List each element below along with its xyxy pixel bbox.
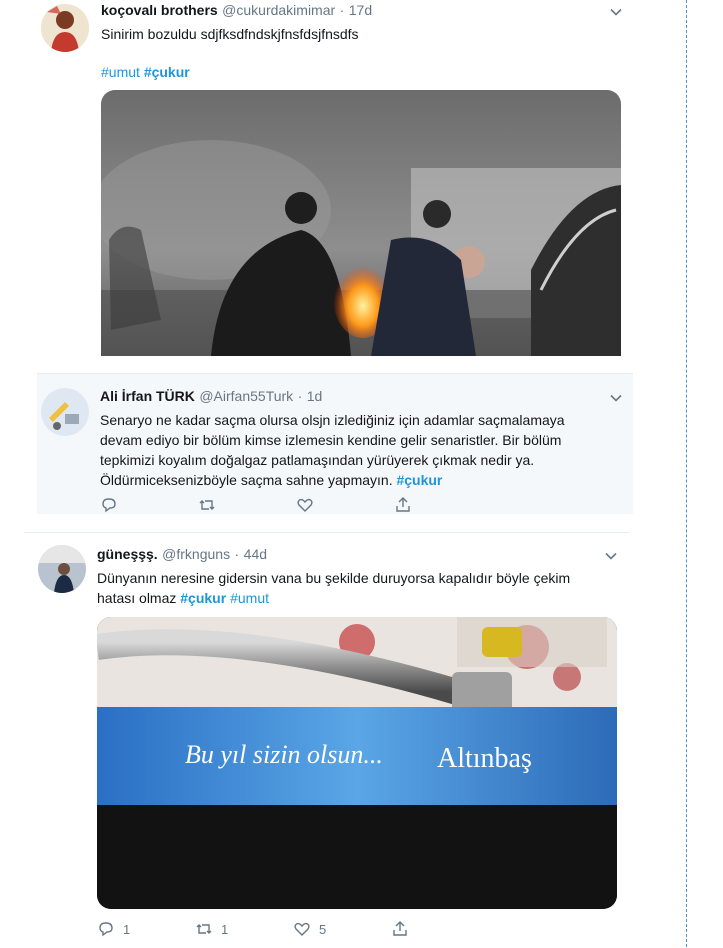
separator-dot: ·: [234, 546, 240, 562]
display-name[interactable]: Ali İrfan TÜRK: [100, 388, 195, 404]
display-name[interactable]: güneşşş.: [97, 546, 158, 562]
timestamp[interactable]: 17d: [349, 2, 372, 18]
tweet-text-line: Dünyanın neresine gidersin vana bu şekil…: [97, 570, 571, 586]
timestamp[interactable]: 44d: [244, 546, 267, 562]
hashtag-link[interactable]: #çukur: [144, 64, 190, 80]
banner-brand: Altınbaş: [437, 743, 532, 774]
tweet-text: Sinirim bozuldu sdjfksdfndskjfnsfdsjfnsd…: [101, 26, 359, 42]
hashtag-link[interactable]: #umut: [101, 64, 140, 80]
avatar[interactable]: [41, 4, 89, 52]
dashed-guide-line: [686, 0, 687, 947]
tweet-actions: [100, 496, 492, 514]
hashtag-link[interactable]: #çukur: [396, 472, 442, 488]
tweet-text: Dünyanın neresine gidersin vana bu şekil…: [97, 568, 622, 608]
like-icon: [297, 498, 313, 512]
timestamp[interactable]: 1d: [307, 388, 323, 404]
like-icon: [294, 922, 310, 936]
tweet-media-image[interactable]: Bu yıl sizin olsun... Altınbaş: [97, 617, 617, 909]
reply-button[interactable]: 1: [97, 920, 195, 938]
hashtag-link[interactable]: #çukur: [180, 590, 226, 606]
tweet-actions: 1 1 5: [97, 920, 489, 938]
retweet-icon: [196, 924, 212, 934]
user-handle[interactable]: @frknguns: [162, 546, 230, 562]
retweet-icon: [199, 500, 215, 510]
tweet-1[interactable]: koçovalı brothers @cukurdakimimar · 17d …: [26, 0, 636, 360]
chevron-down-icon[interactable]: [609, 5, 623, 19]
banner-text: Bu yıl sizin olsun...: [185, 740, 383, 769]
separator-dot: ·: [297, 388, 303, 404]
tweet-text-line: devam ediyo bir bölüm kimse izlemesin ke…: [100, 432, 562, 448]
share-icon: [396, 497, 410, 512]
avatar[interactable]: [41, 388, 89, 436]
reply-icon: [102, 498, 116, 513]
separator-dot: ·: [339, 2, 345, 18]
user-handle[interactable]: @cukurdakimimar: [222, 2, 335, 18]
tweet-text-line: hatası olmaz: [97, 590, 177, 606]
avatar[interactable]: [38, 545, 86, 593]
reply-count: 1: [123, 921, 131, 937]
like-count: 5: [319, 921, 327, 937]
share-button[interactable]: [391, 920, 489, 938]
tweet-text-line: tepkimizi koyalım doğalgaz patlamaşından…: [100, 452, 535, 468]
like-button[interactable]: [296, 496, 394, 514]
like-button[interactable]: 5: [293, 920, 391, 938]
tweet-text-line: Öldürmiceksenizböyle saçma sahne yapmayı…: [100, 472, 393, 488]
retweet-button[interactable]: [198, 496, 296, 514]
tweet-text-line: Senaryo ne kadar saçma olursa olsjn izle…: [100, 412, 565, 428]
tweet-media-image[interactable]: [101, 90, 621, 356]
reply-icon: [99, 922, 113, 937]
hashtag-link[interactable]: #umut: [230, 590, 269, 606]
user-handle[interactable]: @Airfan55Turk: [199, 388, 293, 404]
reply-button[interactable]: [100, 496, 198, 514]
retweet-count: 1: [221, 921, 229, 937]
share-icon: [393, 921, 407, 936]
tweet-2[interactable]: Ali İrfan TÜRK @Airfan55Turk · 1d Senary…: [37, 373, 633, 514]
share-button[interactable]: [394, 496, 492, 514]
chevron-down-icon[interactable]: [609, 391, 623, 405]
tweet-text: Senaryo ne kadar saçma olursa olsjn izle…: [100, 410, 625, 490]
retweet-button[interactable]: 1: [195, 920, 293, 938]
chevron-down-icon[interactable]: [604, 549, 618, 563]
display-name[interactable]: koçovalı brothers: [101, 2, 218, 18]
tweet-3[interactable]: güneşşş. @frknguns · 44d Dünyanın neresi…: [24, 532, 629, 948]
